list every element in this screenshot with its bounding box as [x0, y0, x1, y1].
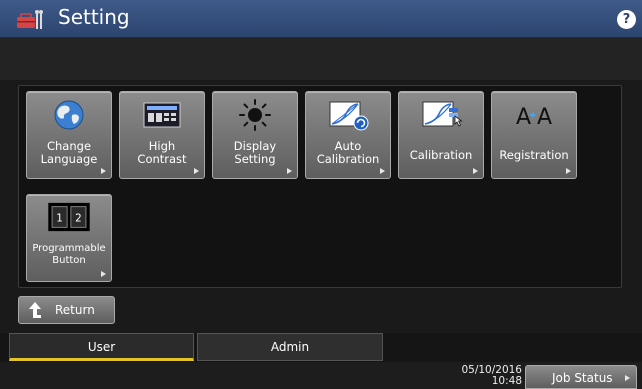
title-bar: Setting ? — [0, 0, 642, 38]
registration-glyph-left: A — [516, 105, 531, 130]
time: 10:48 — [491, 375, 522, 387]
key-one-label: 1 — [56, 213, 63, 225]
tab-user[interactable]: User — [9, 333, 194, 361]
settings-toolbox-icon — [17, 10, 43, 29]
arrow-icon — [101, 168, 106, 174]
arrow-icon — [101, 271, 106, 277]
tile-label: Programmable Button — [32, 243, 106, 266]
page-title: Setting — [58, 5, 130, 29]
calibration-icon — [422, 101, 463, 127]
registration-button[interactable]: A A Registration — [491, 91, 577, 179]
brightness-sun-icon — [239, 99, 271, 131]
key-two-label: 2 — [75, 213, 82, 225]
programmable-button-icon: 1 2 — [48, 202, 90, 232]
date-time: 05/10/2016 10:48 — [440, 365, 522, 387]
programmable-button-button[interactable]: 1 2 Programmable Button — [26, 194, 112, 282]
tile-label: Calibration — [409, 148, 473, 162]
arrow-icon — [625, 375, 630, 381]
display-setting-button[interactable]: Display Setting — [212, 91, 298, 179]
auto-calibration-icon — [329, 101, 369, 131]
auto-calibration-button[interactable]: Auto Calibration — [305, 91, 391, 179]
change-language-button[interactable]: Change Language — [26, 91, 112, 179]
tile-label: High Contrast — [137, 139, 187, 166]
return-arrow-icon — [29, 302, 41, 318]
high-contrast-icon — [143, 102, 181, 128]
calibration-button[interactable]: Calibration — [398, 91, 484, 179]
status-bar: 05/10/2016 10:48 Job Status — [0, 362, 642, 389]
arrow-icon — [194, 168, 199, 174]
arrow-icon — [473, 168, 478, 174]
arrow-icon — [380, 168, 385, 174]
high-contrast-button[interactable]: High Contrast — [119, 91, 205, 179]
registration-glyph-right: A — [537, 105, 552, 130]
tile-label: Display Setting — [233, 139, 277, 166]
job-status-button[interactable]: Job Status — [525, 365, 637, 389]
arrow-icon — [287, 168, 292, 174]
job-status-label: Job Status — [552, 371, 613, 385]
return-label: Return — [55, 303, 95, 317]
message-area — [0, 38, 642, 80]
arrow-icon — [566, 168, 571, 174]
tile-label: Auto Calibration — [316, 139, 380, 166]
tab-admin[interactable]: Admin — [197, 333, 383, 361]
globe-icon — [54, 100, 84, 130]
return-button[interactable]: Return — [18, 296, 115, 324]
help-button[interactable]: ? — [617, 10, 636, 29]
tab-bar: User Admin — [0, 333, 642, 362]
tile-label: Change Language — [40, 139, 98, 166]
settings-panel: Change Language High Contrast Display Se… — [18, 85, 622, 288]
tile-label: Registration — [499, 148, 569, 162]
registration-icon: A A — [516, 105, 552, 130]
